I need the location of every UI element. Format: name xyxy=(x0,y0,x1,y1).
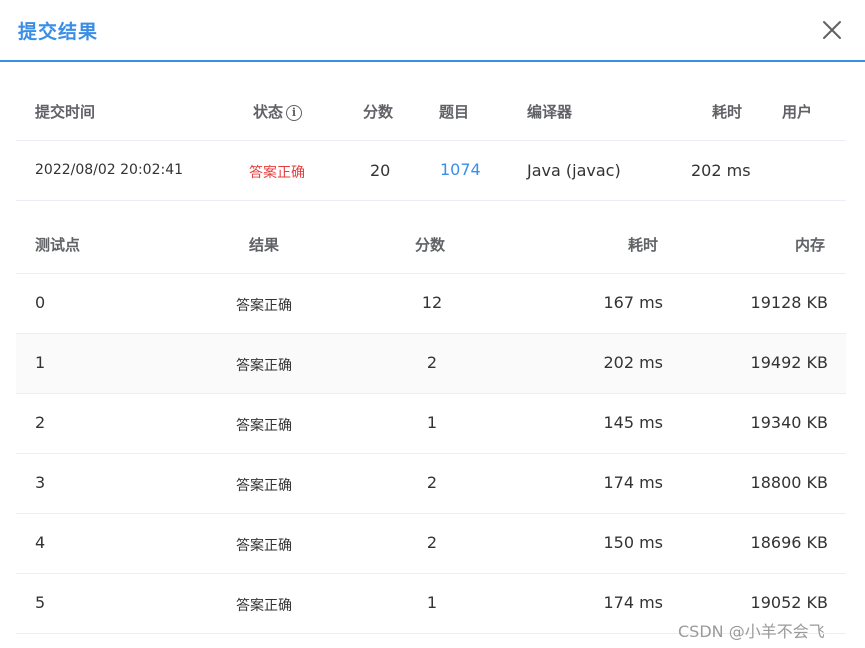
case-score: 2 xyxy=(426,533,438,552)
header-duration: 耗时 xyxy=(712,103,743,121)
header-problem: 题目 xyxy=(439,103,470,121)
header-status[interactable]: 状态 i xyxy=(253,101,303,122)
duration-value: 202 ms xyxy=(691,161,751,180)
header-score: 分数 xyxy=(363,103,394,121)
case-id: 1 xyxy=(35,353,46,372)
case-score: 1 xyxy=(426,593,438,612)
case-memory: 18800 KB xyxy=(750,473,828,492)
problem-link[interactable]: 1074 xyxy=(440,160,481,179)
cases-table-body: 0 答案正确 12 167 ms 19128 KB 1 答案正确 2 202 m… xyxy=(16,274,846,634)
table-row: 4 答案正确 2 150 ms 18696 KB xyxy=(16,514,846,574)
table-row: 2 答案正确 1 145 ms 19340 KB xyxy=(16,394,846,454)
case-memory: 19052 KB xyxy=(750,593,828,612)
case-score: 2 xyxy=(426,353,438,372)
header-status-label: 状态 xyxy=(253,103,284,121)
cases-table-header: 测试点 结果 分数 耗时 内存 xyxy=(16,213,846,274)
header-compiler: 编译器 xyxy=(527,103,573,121)
dialog-header: 提交结果 xyxy=(0,0,865,62)
header-case-time: 耗时 xyxy=(628,236,659,254)
header-submit-time: 提交时间 xyxy=(35,103,96,121)
dialog-title: 提交结果 xyxy=(18,21,99,43)
close-icon[interactable] xyxy=(820,18,844,42)
case-result: 答案正确 xyxy=(236,478,292,494)
table-row: 1 答案正确 2 202 ms 19492 KB xyxy=(16,334,846,394)
case-result: 答案正确 xyxy=(236,298,292,314)
summary-table-header: 提交时间 状态 i 分数 题目 编译器 耗时 用户 xyxy=(16,80,846,141)
case-score: 2 xyxy=(426,473,438,492)
info-icon[interactable]: i xyxy=(286,105,303,121)
case-score: 1 xyxy=(426,413,438,432)
header-user: 用户 xyxy=(782,103,813,121)
header-case-score: 分数 xyxy=(415,236,446,254)
case-memory: 19340 KB xyxy=(750,413,828,432)
case-memory: 18696 KB xyxy=(750,533,828,552)
submission-result-dialog: 提交结果 提交时间 状态 i 分数 题目 编译器 耗时 用户 2022/08/02… xyxy=(0,0,865,648)
header-case-id: 测试点 xyxy=(35,236,81,254)
submit-time: 2022/08/02 20:02:41 xyxy=(35,162,184,178)
table-row: 0 答案正确 12 167 ms 19128 KB xyxy=(16,274,846,334)
case-id: 3 xyxy=(35,473,46,492)
summary-row: 2022/08/02 20:02:41 答案正确 20 1074 Java (j… xyxy=(16,141,846,201)
case-score: 12 xyxy=(421,293,443,312)
watermark: CSDN @小羊不会飞 xyxy=(678,622,825,641)
case-id: 5 xyxy=(35,593,46,612)
score-value: 20 xyxy=(370,161,391,180)
close-button[interactable] xyxy=(820,18,844,42)
case-result: 答案正确 xyxy=(236,598,292,614)
status-badge: 答案正确 xyxy=(249,165,305,181)
case-id: 0 xyxy=(35,293,46,312)
case-id: 4 xyxy=(35,533,46,552)
case-result: 答案正确 xyxy=(236,358,292,374)
header-memory: 内存 xyxy=(795,236,826,254)
case-memory: 19128 KB xyxy=(750,293,828,312)
case-memory: 19492 KB xyxy=(750,353,828,372)
case-result: 答案正确 xyxy=(236,418,292,434)
compiler-value: Java (javac) xyxy=(527,161,621,180)
header-result: 结果 xyxy=(249,236,280,254)
case-id: 2 xyxy=(35,413,46,432)
table-row: 3 答案正确 2 174 ms 18800 KB xyxy=(16,454,846,514)
case-result: 答案正确 xyxy=(236,538,292,554)
